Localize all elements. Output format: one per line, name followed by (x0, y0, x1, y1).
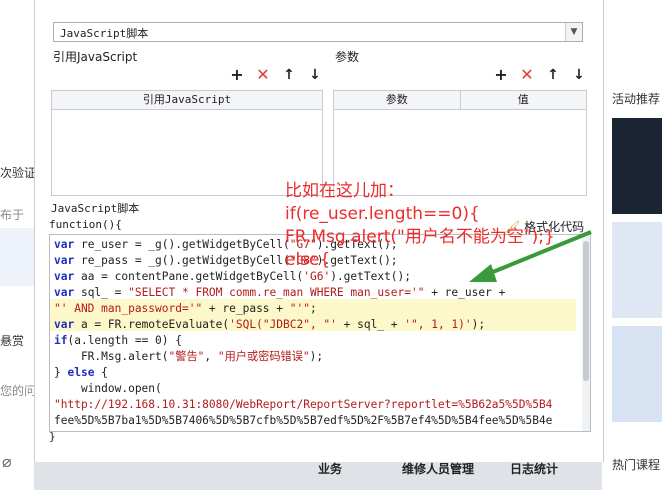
closing-brace: } (49, 430, 56, 443)
background-bottom-strip: 业务 维修人员管理 日志统计 (34, 462, 602, 490)
bg-text-fragment: 布于 (0, 208, 25, 222)
code-line: var sql_ = "SELECT * FROM comm.re_man WH… (54, 286, 506, 299)
move-up-icon[interactable]: ↑ (544, 66, 562, 84)
code-line: var a = FR.remoteEvaluate('SQL("JDBC2", … (54, 318, 486, 331)
script-type-value: JavaScript脚本 (60, 27, 149, 40)
column-header: 引用JavaScript (142, 93, 232, 106)
attachment-icon: ⌀ (2, 452, 12, 471)
javascript-dialog: JavaScript脚本 ▼ 引用JavaScript 参数 + ✕ ↑ ↓ +… (34, 0, 604, 462)
references-toolbar: + ✕ ↑ ↓ (228, 66, 324, 84)
add-icon[interactable]: + (492, 66, 510, 84)
script-type-select[interactable]: JavaScript脚本 ▼ (53, 22, 583, 42)
delete-icon[interactable]: ✕ (254, 66, 272, 84)
arrow-icon (469, 230, 592, 282)
script-section-label: JavaScript脚本 (51, 202, 140, 215)
references-label: 引用JavaScript (53, 50, 138, 64)
chevron-down-icon[interactable]: ▼ (565, 23, 582, 41)
bg-text-fragment: 您的问 (0, 384, 37, 398)
bg-bottom-button: 维修人员管理 (402, 462, 475, 476)
bg-bottom-button: 业务 (318, 462, 343, 476)
parameters-label: 参数 (335, 50, 360, 64)
bg-bottom-button: 日志统计 (510, 462, 559, 476)
function-signature: function(){ (49, 218, 122, 231)
column-header: 值 (459, 91, 587, 109)
column-header: 参数 (385, 93, 408, 106)
move-up-icon[interactable]: ↑ (280, 66, 298, 84)
code-line: if(a.length == 0) { (54, 334, 182, 347)
bg-text-fragment: 悬赏 (0, 334, 25, 348)
bg-promo-image (612, 326, 662, 422)
references-table[interactable]: 引用JavaScript (51, 90, 323, 196)
code-line: } else { (54, 366, 108, 379)
bg-panel-block (0, 228, 34, 286)
add-icon[interactable]: + (228, 66, 246, 84)
parameters-toolbar: + ✕ ↑ ↓ (492, 66, 588, 84)
move-down-icon[interactable]: ↓ (306, 66, 324, 84)
code-line: window.open( (54, 382, 162, 395)
bg-right-label: 热门课程 (612, 458, 661, 472)
code-line: "' AND man_password='" + re_pass + "'"; (54, 302, 317, 315)
bg-promo-image (612, 118, 662, 214)
code-line: "http://192.168.10.31:8080/WebReport/Rep… (54, 398, 553, 411)
bg-promo-image (612, 222, 662, 318)
move-down-icon[interactable]: ↓ (570, 66, 588, 84)
code-line: fee%5D%5B7ba1%5D%5B7406%5D%5B7cfb%5D%5B7… (54, 414, 553, 427)
delete-icon[interactable]: ✕ (518, 66, 536, 84)
background-right-panel: 活动推荐 热门课程 (602, 0, 662, 490)
code-line: FR.Msg.alert("警告", "用户或密码错误"); (54, 350, 324, 363)
background-left-panel: 次验证 布于 悬赏 您的问 ⌀ (0, 0, 37, 490)
bg-right-label: 活动推荐 (612, 92, 661, 106)
bg-text-fragment: 次验证 (0, 166, 37, 180)
